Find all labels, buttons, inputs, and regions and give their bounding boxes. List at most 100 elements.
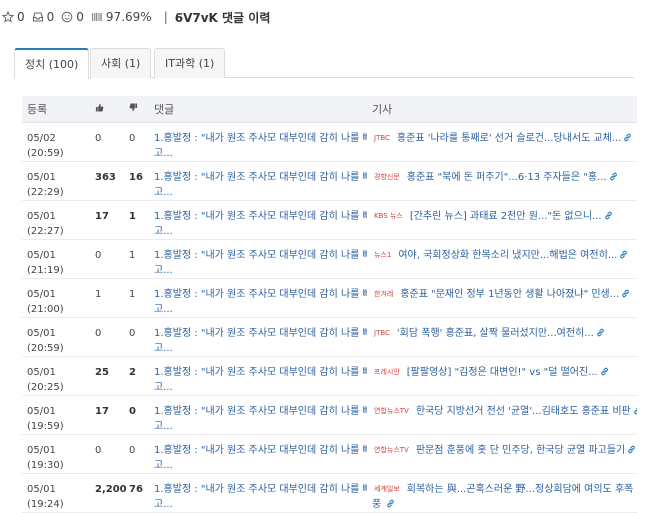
barcode-icon bbox=[91, 13, 102, 21]
row-article[interactable]: 연합뉴스TV 판문점 훈풍에 홋 단 민주당, 한국당 균열 파고들기 bbox=[367, 434, 637, 474]
row-comment[interactable]: 1.홍발정 : "내가 원조 주사모 대부인데 감히 나를 빼 고... bbox=[149, 473, 367, 513]
article-header: 기사 bbox=[367, 96, 637, 123]
row-upvotes: 0 bbox=[90, 239, 124, 279]
comment-text-cont[interactable]: 고... bbox=[154, 302, 367, 317]
link-icon[interactable] bbox=[596, 328, 605, 337]
article-title[interactable]: JTBC 홍준표 '나라를 통째로' 선거 슬로건...당내서도 교체... bbox=[372, 131, 637, 146]
comment-text-cont[interactable]: 고... bbox=[154, 380, 367, 395]
article-headline[interactable]: 홍준표 "북에 돈 퍼주기"...6·13 주자들은 "홍... bbox=[407, 172, 607, 183]
box-stat: 0 bbox=[32, 10, 55, 24]
row-comment[interactable]: 1.홍발정 : "내가 원조 주사모 대부인데 감히 나를 빼 고... bbox=[149, 278, 367, 318]
row-downvotes: 0 bbox=[124, 395, 149, 435]
link-icon[interactable] bbox=[619, 250, 628, 259]
article-title[interactable]: 경향신문 홍준표 "북에 돈 퍼주기"...6·13 주자들은 "홍... bbox=[372, 170, 637, 185]
link-icon[interactable] bbox=[633, 406, 637, 415]
comment-text[interactable]: 1.홍발정 : "내가 원조 주사모 대부인데 감히 나를 빼 bbox=[154, 326, 367, 341]
comment-text[interactable]: 1.홍발정 : "내가 원조 주사모 대부인데 감히 나를 빼 bbox=[154, 209, 367, 224]
row-comment[interactable]: 1.홍발정 : "내가 원조 주사모 대부인데 감히 나를 빼 고... bbox=[149, 356, 367, 396]
row-date: 05/02 (20:59) bbox=[22, 122, 90, 162]
row-downvotes: 16 bbox=[124, 161, 149, 201]
article-title[interactable]: 뉴스1 여야, 국회정상화 한목소리 냈지만...해법은 여전히... bbox=[372, 248, 637, 263]
row-comment[interactable]: 1.홍발정 : "내가 원조 주사모 대부인데 감히 나를 빼 고... bbox=[149, 122, 367, 162]
tab-politics[interactable]: 정치 (100) bbox=[14, 48, 90, 79]
article-title[interactable]: JTBC '회담 폭행' 홍준표, 살짝 물러섰지만...여전히... bbox=[372, 326, 637, 341]
comment-text[interactable]: 1.홍발정 : "내가 원조 주사모 대부인데 감히 나를 빼 bbox=[154, 482, 367, 497]
article-title[interactable]: 세계일보 회복하는 與...곤혹스러운 野...정상회담에 여의도 후폭 bbox=[372, 482, 637, 497]
link-icon[interactable] bbox=[600, 367, 609, 376]
comment-history-table: 등록 댓글 기사 05/02 (20:59) 0 0 1.홍발정 : "내가 원조 주… bbox=[22, 96, 637, 513]
upvote-header[interactable] bbox=[90, 96, 124, 123]
link-icon[interactable] bbox=[386, 499, 395, 508]
article-title[interactable]: 프레시안 [팔팔영상] "김정은 대변인!" vs "덜 떨어진... bbox=[372, 365, 637, 380]
article-headline-cont[interactable]: 풍 bbox=[372, 499, 381, 510]
downvote-header[interactable] bbox=[124, 96, 149, 123]
row-date: 05/01 (19:30) bbox=[22, 434, 90, 474]
article-headline[interactable]: 홍준표 '나라를 통째로' 선거 슬로건...당내서도 교체... bbox=[397, 133, 621, 144]
tab-society[interactable]: 사회 (1) bbox=[90, 48, 152, 78]
article-headline[interactable]: 회복하는 與...곤혹스러운 野...정상회담에 여의도 후폭 bbox=[407, 484, 634, 495]
row-comment[interactable]: 1.홍발정 : "내가 원조 주사모 대부인데 감히 나를 빼 고... bbox=[149, 239, 367, 279]
article-title[interactable]: 한겨레 홍준표 "문재인 정부 1년동안 생활 나아졌냐" 민생... bbox=[372, 287, 637, 302]
article-headline[interactable]: 판문점 훈풍에 홋 단 민주당, 한국당 균열 파고들기 bbox=[416, 445, 625, 456]
article-title[interactable]: 연합뉴스TV 판문점 훈풍에 홋 단 민주당, 한국당 균열 파고들기 bbox=[372, 443, 637, 458]
article-headline[interactable]: 여야, 국회정상화 한목소리 냈지만...해법은 여전히... bbox=[398, 250, 617, 261]
row-article[interactable]: 세계일보 회복하는 與...곤혹스러운 野...정상회담에 여의도 후폭풍 bbox=[367, 473, 637, 513]
comment-text[interactable]: 1.홍발정 : "내가 원조 주사모 대부인데 감히 나를 빼 bbox=[154, 365, 367, 380]
comment-text-cont[interactable]: 고... bbox=[154, 185, 367, 200]
box-count: 0 bbox=[46, 10, 55, 24]
article-title-cont[interactable]: 풍 bbox=[372, 497, 637, 512]
row-article[interactable]: JTBC '회담 폭행' 홍준표, 살짝 물러섰지만...여전히... bbox=[367, 317, 637, 357]
article-title[interactable]: KBS 뉴스 [간추린 뉴스] 과태료 2천만 원..."돈 없으니... bbox=[372, 209, 637, 224]
comment-text-cont[interactable]: 고... bbox=[154, 497, 367, 512]
article-headline[interactable]: 한국당 지방선거 전선 '균열'...김태호도 홍준표 비판 bbox=[416, 406, 631, 417]
press-logo: JTBC bbox=[374, 133, 390, 142]
article-headline[interactable]: [간추린 뉴스] 과태료 2천만 원..."돈 없으니... bbox=[410, 211, 602, 222]
row-date: 05/01 (22:27) bbox=[22, 200, 90, 240]
comment-text[interactable]: 1.홍발정 : "내가 원조 주사모 대부인데 감히 나를 빼 bbox=[154, 443, 367, 458]
row-comment[interactable]: 1.홍발정 : "내가 원조 주사모 대부인데 감히 나를 빼 고... bbox=[149, 317, 367, 357]
comment-text-cont[interactable]: 고... bbox=[154, 224, 367, 239]
row-downvotes: 0 bbox=[124, 434, 149, 474]
link-icon[interactable] bbox=[623, 133, 632, 142]
table-row: 05/01 (20:59) 0 0 1.홍발정 : "내가 원조 주사모 대부인데 감… bbox=[22, 317, 637, 357]
row-article[interactable]: 한겨레 홍준표 "문재인 정부 1년동안 생활 나아졌냐" 민생... bbox=[367, 278, 637, 318]
row-comment[interactable]: 1.홍발정 : "내가 원조 주사모 대부인데 감히 나를 빼 고... bbox=[149, 161, 367, 201]
comment-text-cont[interactable]: 고... bbox=[154, 146, 367, 161]
row-comment[interactable]: 1.홍발정 : "내가 원조 주사모 대부인데 감히 나를 빼 고... bbox=[149, 200, 367, 240]
row-article[interactable]: 연합뉴스TV 한국당 지방선거 전선 '균열'...김태호도 홍준표 비판 bbox=[367, 395, 637, 435]
comment-text[interactable]: 1.홍발정 : "내가 원조 주사모 대부인데 감히 나를 빼 bbox=[154, 248, 367, 263]
row-article[interactable]: KBS 뉴스 [간추린 뉴스] 과태료 2천만 원..."돈 없으니... bbox=[367, 200, 637, 240]
row-article[interactable]: 뉴스1 여야, 국회정상화 한목소리 냈지만...해법은 여전히... bbox=[367, 239, 637, 279]
page-title: 6V7vK 댓글 이력 bbox=[174, 10, 271, 25]
press-logo: 뉴스1 bbox=[374, 250, 392, 259]
comment-text-cont[interactable]: 고... bbox=[154, 419, 367, 434]
link-icon[interactable] bbox=[609, 172, 618, 181]
article-headline[interactable]: 홍준표 "문재인 정부 1년동안 생활 나아졌냐" 민생... bbox=[400, 289, 619, 300]
link-icon[interactable] bbox=[627, 445, 636, 454]
row-comment[interactable]: 1.홍발정 : "내가 원조 주사모 대부인데 감히 나를 빼 고... bbox=[149, 434, 367, 474]
comment-text[interactable]: 1.홍발정 : "내가 원조 주사모 대부인데 감히 나를 빼 bbox=[154, 404, 367, 419]
press-logo: 경향신문 bbox=[374, 172, 400, 181]
row-article[interactable]: JTBC 홍준표 '나라를 통째로' 선거 슬로건...당내서도 교체... bbox=[367, 122, 637, 162]
row-upvotes: 2,200 bbox=[90, 473, 127, 513]
comment-text[interactable]: 1.홍발정 : "내가 원조 주사모 대부인데 감히 나를 빼 bbox=[154, 131, 367, 146]
comment-text-cont[interactable]: 고... bbox=[154, 341, 367, 356]
article-headline[interactable]: '회담 폭행' 홍준표, 살짝 물러섰지만...여전히... bbox=[397, 328, 594, 339]
comment-text-cont[interactable]: 고... bbox=[154, 263, 367, 278]
comment-text-cont[interactable]: 고... bbox=[154, 458, 367, 473]
row-comment[interactable]: 1.홍발정 : "내가 원조 주사모 대부인데 감히 나를 빼 고... bbox=[149, 395, 367, 435]
article-headline[interactable]: [팔팔영상] "김정은 대변인!" vs "덜 떨어진... bbox=[407, 367, 598, 378]
press-logo: KBS 뉴스 bbox=[374, 211, 403, 220]
bar-value: 97.69% bbox=[105, 10, 152, 24]
row-article[interactable]: 프레시안 [팔팔영상] "김정은 대변인!" vs "덜 떨어진... bbox=[367, 356, 637, 396]
press-logo: 연합뉴스TV bbox=[374, 406, 409, 415]
link-icon[interactable] bbox=[604, 211, 613, 220]
row-article[interactable]: 경향신문 홍준표 "북에 돈 퍼주기"...6·13 주자들은 "홍... bbox=[367, 161, 637, 201]
article-title[interactable]: 연합뉴스TV 한국당 지방선거 전선 '균열'...김태호도 홍준표 비판 bbox=[372, 404, 637, 419]
tab-it-science[interactable]: IT과학 (1) bbox=[154, 48, 226, 78]
comment-text[interactable]: 1.홍발정 : "내가 원조 주사모 대부인데 감히 나를 빼 bbox=[154, 170, 367, 185]
star-stat: 0 bbox=[2, 10, 25, 24]
link-icon[interactable] bbox=[621, 289, 630, 298]
row-downvotes: 0 bbox=[124, 122, 149, 162]
comment-text[interactable]: 1.홍발정 : "내가 원조 주사모 대부인데 감히 나를 빼 bbox=[154, 287, 367, 302]
